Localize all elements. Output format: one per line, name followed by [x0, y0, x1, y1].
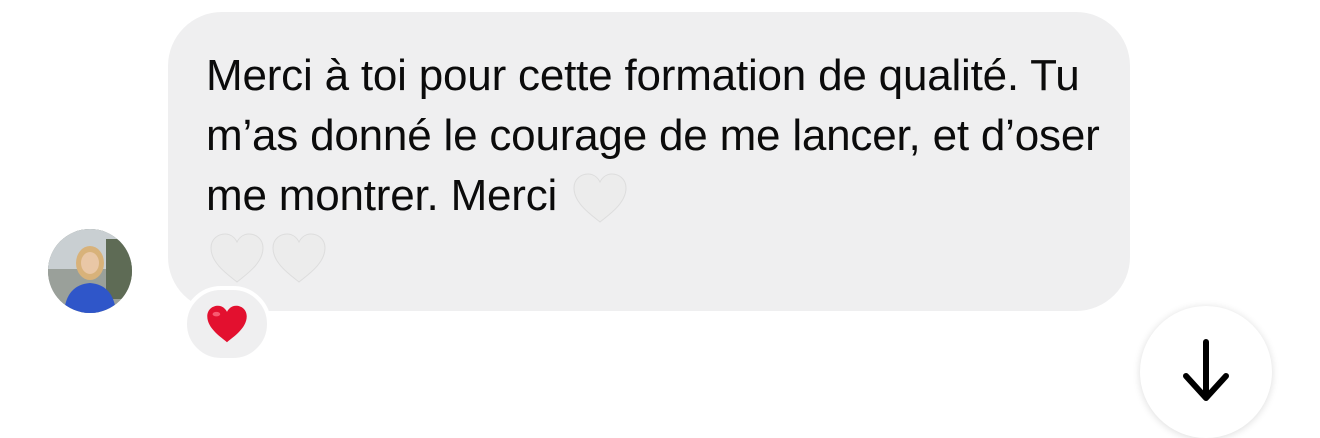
white-heart-icon — [208, 232, 266, 284]
message-text-content: Merci à toi pour cette formation de qual… — [206, 51, 1100, 220]
sender-avatar[interactable] — [48, 229, 132, 313]
arrow-down-icon — [1183, 339, 1229, 401]
white-heart-icon — [270, 232, 328, 284]
avatar-photo — [48, 229, 132, 313]
message-text: Merci à toi pour cette formation de qual… — [206, 46, 1106, 286]
white-heart-icon — [571, 172, 629, 224]
message-bubble[interactable]: Merci à toi pour cette formation de qual… — [168, 12, 1130, 311]
scroll-to-bottom-button[interactable] — [1140, 306, 1272, 438]
red-heart-icon — [207, 305, 247, 343]
message-reaction[interactable] — [183, 286, 271, 362]
